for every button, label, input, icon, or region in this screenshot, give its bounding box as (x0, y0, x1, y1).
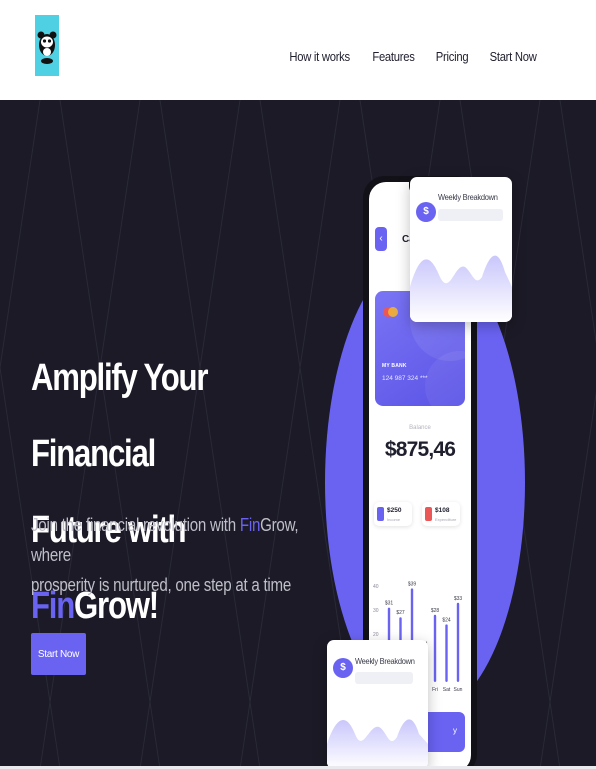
bar-value-label: $39 (408, 581, 417, 587)
expenditure-amount: $108 (435, 507, 450, 514)
popup-wave (410, 255, 512, 322)
subtext-brand-fin: Fin (239, 515, 261, 535)
x-category-label: Sat (443, 687, 451, 693)
weekly-breakdown-popup-top[interactable]: $ Weekly Breakdown (410, 177, 512, 322)
x-category-label: Sun (454, 687, 463, 693)
arrow-left-icon[interactable]: ‹ (375, 227, 387, 251)
bar-value-label: $27 (396, 610, 405, 616)
popup-title: Weekly Breakdown (355, 656, 415, 666)
nav-how-it-works[interactable]: How it works (289, 50, 350, 64)
hero-subtext: Join the financial revolution with FinGr… (31, 510, 308, 600)
top-navbar: How it works Features Pricing Start Now (0, 0, 596, 100)
chart-bar (445, 624, 448, 682)
balance-label: Balance (409, 425, 431, 431)
card-bank-name: MY BANK (382, 363, 407, 369)
bar-value-label: $31 (385, 601, 394, 607)
bar-value-label: $28 (431, 608, 440, 614)
subtext-brand-grow: Grow (260, 515, 295, 535)
panda-logo-icon[interactable] (35, 15, 59, 76)
y-tick-label: 40 (373, 584, 379, 590)
bar-value-label: $24 (442, 617, 451, 623)
popup-title: Weekly Breakdown (438, 192, 498, 202)
income-stat[interactable]: $250 Income (374, 502, 412, 526)
bar-value-label: $33 (454, 596, 463, 602)
nav-start-now[interactable]: Start Now (489, 50, 536, 64)
main-nav: How it works Features Pricing Start Now (286, 50, 539, 64)
card-brand-icon (383, 307, 398, 317)
income-label: Income (387, 517, 401, 522)
nav-pricing[interactable]: Pricing (436, 50, 469, 64)
weekly-breakdown-popup-bottom[interactable]: $ Weekly Breakdown (327, 640, 428, 769)
dollar-icon: $ (333, 658, 353, 678)
income-amount: $250 (387, 507, 402, 514)
headline-line-1: Amplify Your Financial (31, 357, 209, 475)
balance-value: $875,46 (384, 438, 456, 461)
hero-section: Amplify Your Financial Future with FinGr… (0, 100, 596, 769)
y-tick-label: 30 (373, 608, 379, 614)
popup-placeholder-bar (355, 672, 413, 684)
phone-bottom-button-label: y (453, 726, 457, 735)
popup-wave (327, 719, 428, 769)
chart-bar (456, 602, 460, 682)
card-number: 124 987 324 *** (382, 375, 428, 382)
subtext-line-1: Join the financial revolution with (31, 515, 240, 535)
start-now-button[interactable]: Start Now (31, 633, 86, 675)
subtext-line-2: prosperity is nurtured, one step at a ti… (31, 575, 292, 595)
expenditure-label: Expenditure (435, 517, 457, 522)
y-tick-label: 20 (373, 632, 379, 638)
chart-bar (433, 614, 437, 682)
x-category-label: Fri (432, 687, 438, 693)
income-icon (377, 507, 384, 521)
dollar-icon: $ (416, 202, 436, 222)
popup-placeholder-bar (438, 209, 503, 221)
expenditure-stat[interactable]: $108 Expenditure (422, 502, 460, 526)
nav-features[interactable]: Features (372, 50, 415, 64)
expenditure-icon (425, 507, 432, 521)
